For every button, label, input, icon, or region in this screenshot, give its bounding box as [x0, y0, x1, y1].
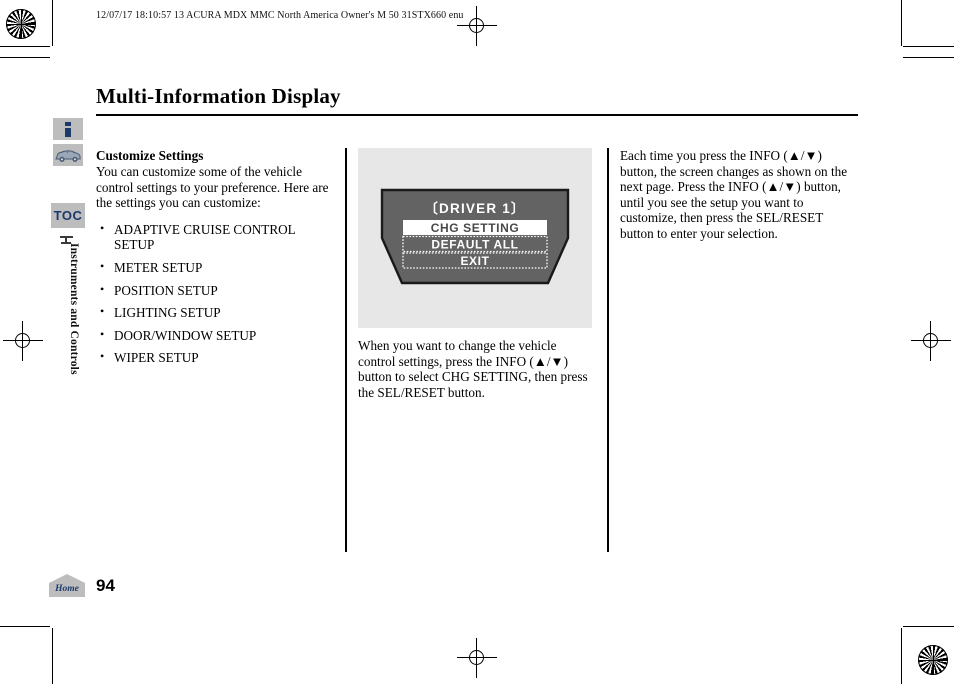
menu-item-default-all: DEFAULT ALL	[431, 238, 518, 252]
display-illustration: 〔DRIVER 1〕 CHG SETTING DEFAULT ALL EXIT	[358, 148, 592, 328]
registration-crosshair-left	[3, 321, 43, 361]
middle-column: 〔DRIVER 1〕 CHG SETTING DEFAULT ALL EXIT …	[358, 148, 594, 414]
menu-item-exit: EXIT	[460, 254, 489, 268]
crop-mark-top-right-vertical	[901, 0, 903, 46]
crop-mark-top-right-horizontal	[903, 46, 954, 48]
title-underline	[96, 114, 858, 116]
crop-mark-top-left-horizontal	[0, 46, 50, 48]
running-header: 12/07/17 18:10:57 13 ACURA MDX MMC North…	[96, 10, 464, 21]
column-divider-right	[607, 148, 609, 552]
crop-mark-bottom-left-horizontal	[0, 626, 50, 628]
left-column: Customize Settings You can customize som…	[96, 148, 332, 373]
crop-mark-bottom-right-vertical	[901, 628, 903, 684]
customize-settings-intro: You can customize some of the vehicle co…	[96, 164, 329, 211]
mid-display-graphic: 〔DRIVER 1〕 CHG SETTING DEFAULT ALL EXIT	[358, 148, 592, 328]
page-number: 94	[96, 576, 115, 595]
display-title: 〔DRIVER 1〕	[424, 201, 525, 216]
illustration-caption: When you want to change the vehicle cont…	[358, 338, 588, 400]
crop-mark-top-left-vertical	[52, 0, 54, 46]
home-button-label: Home	[54, 584, 80, 594]
crop-mark-bottom-right-horizontal	[903, 626, 954, 628]
list-item: METER SETUP	[96, 259, 332, 276]
page-title: Multi-Information Display	[96, 84, 341, 108]
list-item: POSITION SETUP	[96, 282, 332, 299]
registration-target-bottom-right	[918, 645, 948, 675]
list-item: WIPER SETUP	[96, 349, 332, 366]
registration-crosshair-top	[457, 6, 497, 46]
info-icon[interactable]	[53, 118, 83, 140]
home-button[interactable]: Home	[48, 573, 86, 598]
registration-crosshair-right	[911, 321, 951, 361]
customizable-settings-list: ADAPTIVE CRUISE CONTROL SETUP METER SETU…	[96, 221, 332, 366]
customize-settings-heading: Customize Settings	[96, 148, 204, 163]
list-item: ADAPTIVE CRUISE CONTROL SETUP	[96, 221, 332, 253]
section-label: Instruments and Controls	[68, 243, 80, 375]
column-divider-left	[345, 148, 347, 552]
menu-item-chg-setting: CHG SETTING	[431, 221, 520, 235]
right-column: Each time you press the INFO (▲/▼) butto…	[620, 148, 858, 242]
vehicle-icon[interactable]	[53, 144, 83, 166]
right-column-body: Each time you press the INFO (▲/▼) butto…	[620, 148, 848, 241]
list-item: DOOR/WINDOW SETUP	[96, 327, 332, 344]
crop-mark-bottom-left-vertical	[52, 628, 54, 684]
registration-crosshair-bottom	[457, 638, 497, 678]
registration-target-top-left	[6, 9, 36, 39]
toc-tab[interactable]: TOC	[51, 203, 85, 228]
crop-mark-top-right-horizontal-2	[903, 57, 954, 59]
crop-mark-top-left-horizontal-2	[0, 57, 50, 59]
list-item: LIGHTING SETUP	[96, 304, 332, 321]
